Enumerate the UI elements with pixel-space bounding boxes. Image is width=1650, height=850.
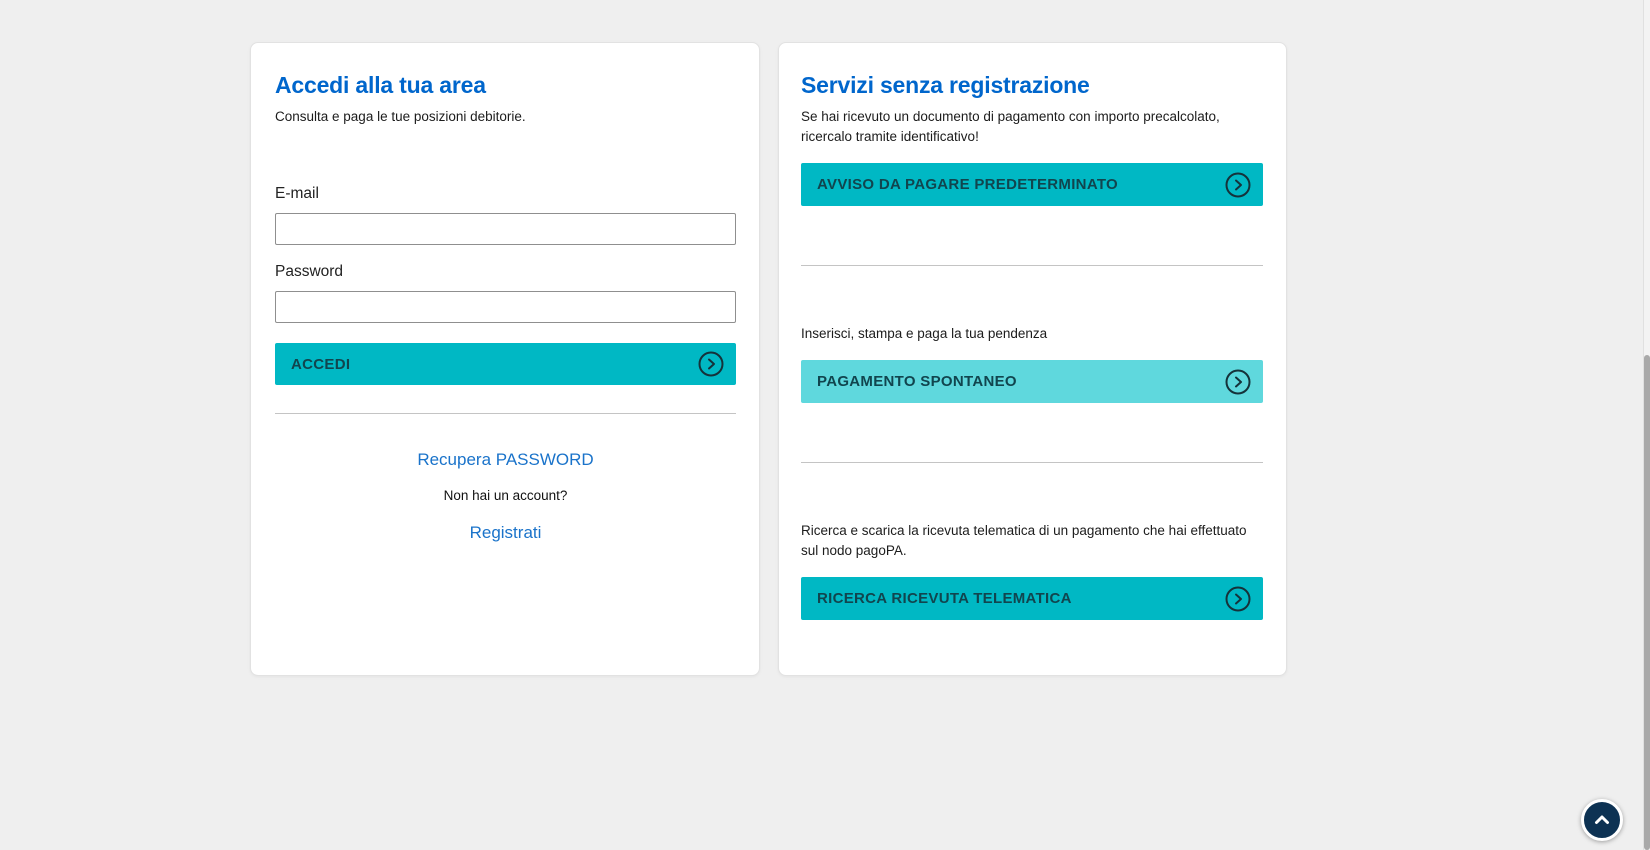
vertical-scrollbar-thumb[interactable] — [1644, 355, 1650, 850]
password-label: Password — [275, 263, 736, 281]
chevron-right-circle-icon — [1225, 586, 1251, 612]
services-divider — [801, 265, 1263, 266]
recover-password-link[interactable]: Recupera PASSWORD — [417, 450, 593, 470]
password-input[interactable] — [275, 291, 736, 323]
login-card: Accedi alla tua area Consulta e paga le … — [250, 42, 760, 676]
service-description: Se hai ricevuto un documento di pagament… — [801, 107, 1263, 147]
vertical-scrollbar-track[interactable] — [1643, 0, 1650, 850]
email-input[interactable] — [275, 213, 736, 245]
services-divider — [801, 462, 1263, 463]
service-description: Inserisci, stampa e paga la tua pendenza — [801, 324, 1263, 344]
pagamento-spontaneo-button[interactable]: PAGAMENTO SPONTANEO — [801, 360, 1263, 403]
avviso-predeterminato-button[interactable]: AVVISO DA PAGARE PREDETERMINATO — [801, 163, 1263, 206]
login-card-subtitle: Consulta e paga le tue posizioni debitor… — [275, 107, 736, 127]
service-description: Ricerca e scarica la ricevuta telematica… — [801, 521, 1263, 561]
pagamento-spontaneo-label: PAGAMENTO SPONTANEO — [817, 373, 1017, 390]
login-card-title: Accedi alla tua area — [275, 71, 736, 99]
chevron-right-circle-icon — [698, 351, 724, 377]
ricerca-ricevuta-label: RICERCA RICEVUTA TELEMATICA — [817, 590, 1072, 607]
services-card: Servizi senza registrazione Se hai ricev… — [778, 42, 1287, 676]
ricerca-ricevuta-button[interactable]: RICERCA RICEVUTA TELEMATICA — [801, 577, 1263, 620]
scroll-to-top-button[interactable] — [1581, 799, 1623, 841]
login-links: Recupera PASSWORD Non hai un account? Re… — [275, 414, 736, 543]
chevron-right-circle-icon — [1225, 172, 1251, 198]
services-card-title: Servizi senza registrazione — [801, 71, 1263, 99]
chevron-right-circle-icon — [1225, 369, 1251, 395]
chevron-up-icon — [1591, 809, 1613, 831]
register-link[interactable]: Registrati — [470, 523, 542, 543]
login-submit-button[interactable]: ACCEDI — [275, 343, 736, 385]
avviso-predeterminato-label: AVVISO DA PAGARE PREDETERMINATO — [817, 176, 1118, 193]
email-label: E-mail — [275, 185, 736, 203]
no-account-text: Non hai un account? — [275, 488, 736, 503]
login-submit-label: ACCEDI — [291, 356, 350, 373]
